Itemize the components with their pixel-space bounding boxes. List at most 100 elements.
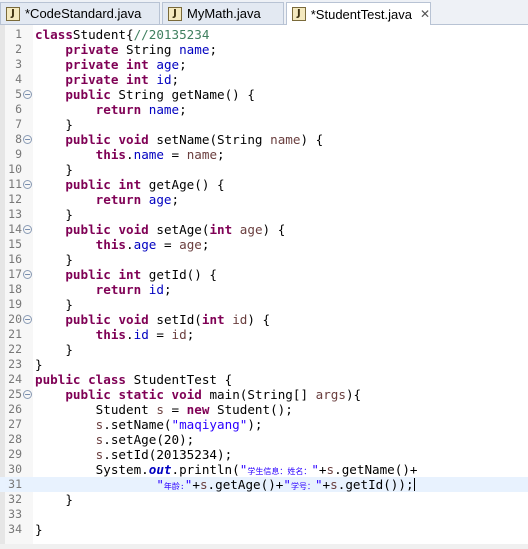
fold-collapse-icon[interactable]: −: [23, 315, 32, 324]
code-line[interactable]: 30 System.out.println("学生信息：姓名："+s.getNa…: [0, 462, 528, 477]
code-text: private int age;: [35, 57, 187, 72]
code-line[interactable]: 8− public void setName(String name) {: [0, 132, 528, 147]
code-token: Student: [35, 402, 157, 417]
code-line[interactable]: 32 }: [0, 492, 528, 507]
fold-collapse-icon[interactable]: −: [23, 390, 32, 399]
code-token: int: [118, 267, 142, 282]
code-line[interactable]: 9 this.name = name;: [0, 147, 528, 162]
close-icon[interactable]: ✕: [420, 7, 430, 21]
code-line[interactable]: 3 private int age;: [0, 57, 528, 72]
code-line[interactable]: 10 }: [0, 162, 528, 177]
code-token: ": [314, 477, 323, 492]
code-line[interactable]: 11− public int getAge() {: [0, 177, 528, 192]
code-token: id: [156, 72, 172, 87]
code-line[interactable]: 23}: [0, 357, 528, 372]
code-line[interactable]: 28 s.setAge(20);: [0, 432, 528, 447]
code-line[interactable]: 1 classStudent{//20135234: [0, 27, 528, 42]
code-line[interactable]: 13 }: [0, 207, 528, 222]
code-token: .println(: [171, 462, 240, 477]
code-token: 学生信息：姓名：: [247, 467, 312, 476]
fold-collapse-icon[interactable]: −: [23, 180, 32, 189]
code-token: id: [133, 327, 149, 342]
fold-collapse-icon[interactable]: −: [23, 90, 32, 99]
tab-label: MyMath.java: [187, 6, 261, 21]
code-line[interactable]: 21 this.id = id;: [0, 327, 528, 342]
code-text: private String name;: [35, 42, 217, 57]
line-number: 21: [8, 327, 22, 341]
code-line[interactable]: 19 }: [0, 297, 528, 312]
code-token: public: [65, 87, 111, 102]
tab-label: *CodeStandard.java: [25, 6, 142, 21]
code-token: class: [88, 372, 127, 387]
line-number: 11: [8, 177, 22, 191]
line-number: 31: [8, 477, 22, 491]
code-line[interactable]: 16 }: [0, 252, 528, 267]
code-token: ;: [179, 57, 187, 72]
code-line[interactable]: 33: [0, 507, 528, 522]
code-line[interactable]: 14− public void setAge(int age) {: [0, 222, 528, 237]
code-token: .setId(20135234);: [103, 447, 233, 462]
tab-mymath[interactable]: J MyMath.java: [162, 2, 284, 24]
line-number: 6: [15, 102, 22, 116]
code-line[interactable]: 27 s.setName("maqiyang");: [0, 417, 528, 432]
code-token: Student();: [209, 402, 293, 417]
line-number: 13: [8, 207, 22, 221]
tab-codestandard[interactable]: J *CodeStandard.java: [0, 2, 160, 24]
fold-collapse-icon[interactable]: −: [23, 270, 32, 279]
code-text: s.setAge(20);: [35, 432, 195, 447]
code-line[interactable]: 6 return name;: [0, 102, 528, 117]
line-number: 1: [15, 27, 22, 41]
code-line[interactable]: 22 }: [0, 342, 528, 357]
code-line[interactable]: 17− public int getId() {: [0, 267, 528, 282]
horizontal-scrollbar[interactable]: [0, 544, 528, 549]
code-token: }: [35, 297, 73, 312]
fold-collapse-icon[interactable]: −: [23, 135, 32, 144]
code-line[interactable]: 25− public static void main(String[] arg…: [0, 387, 528, 402]
code-line[interactable]: 15 this.age = age;: [0, 237, 528, 252]
code-token: public: [65, 222, 111, 237]
code-token: ) {: [247, 312, 271, 327]
code-line[interactable]: 26 Student s = new Student();: [0, 402, 528, 417]
code-line[interactable]: 12 return age;: [0, 192, 528, 207]
code-line[interactable]: 31 "年龄:"+s.getAge()+"学号："+s.getId());: [0, 477, 528, 492]
code-token: this: [95, 237, 127, 252]
code-line[interactable]: 34}: [0, 522, 528, 537]
code-line[interactable]: 4 private int id;: [0, 72, 528, 87]
code-line[interactable]: 20− public void setId(int id) {: [0, 312, 528, 327]
code-line[interactable]: 24 public class StudentTest {: [0, 372, 528, 387]
code-token: name: [186, 147, 218, 162]
code-text: }: [35, 342, 73, 357]
code-token: }: [35, 207, 73, 222]
fold-collapse-icon[interactable]: −: [23, 225, 32, 234]
code-token: age: [156, 57, 180, 72]
line-number: 10: [8, 162, 22, 176]
code-token: System.: [35, 462, 149, 477]
code-text: }: [35, 252, 73, 267]
code-token: ": [156, 477, 164, 492]
line-number: 30: [8, 462, 22, 476]
tab-studenttest[interactable]: J *StudentTest.java ✕: [286, 2, 431, 25]
code-token: .getId());: [337, 477, 414, 492]
code-line[interactable]: 7 }: [0, 117, 528, 132]
code-token: ;: [163, 282, 172, 297]
code-line[interactable]: 5− public String getName() {: [0, 87, 528, 102]
code-token: }: [35, 162, 73, 177]
code-token: ;: [209, 42, 218, 57]
code-text: s.setName("maqiyang");: [35, 417, 263, 432]
code-token: String: [118, 42, 180, 57]
code-line[interactable]: 18 return id;: [0, 282, 528, 297]
code-text: public void setName(String name) {: [35, 132, 323, 147]
code-line[interactable]: 2 private String name;: [0, 42, 528, 57]
code-line[interactable]: 29 s.setId(20135234);: [0, 447, 528, 462]
